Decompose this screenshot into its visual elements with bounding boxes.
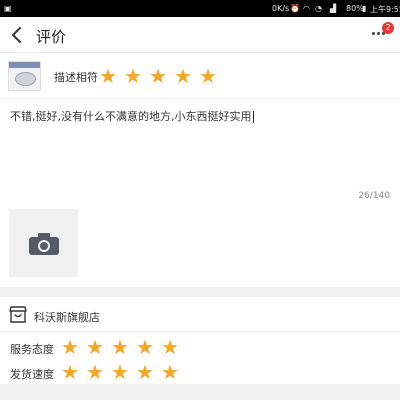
notification-badge: 2 bbox=[382, 22, 394, 34]
star-icon[interactable]: ★ bbox=[98, 66, 118, 86]
top-bar: 评价 2 bbox=[0, 17, 400, 53]
divider bbox=[0, 98, 400, 99]
star-icon[interactable]: ★ bbox=[135, 362, 155, 382]
signal-icon: ▟ bbox=[330, 4, 337, 13]
wifi-icon: ◔ bbox=[315, 4, 322, 13]
star-icon[interactable]: ★ bbox=[110, 362, 130, 382]
shipping-speed-label: 发货速度 bbox=[10, 368, 54, 381]
battery-icon: ▮ bbox=[362, 4, 367, 13]
section-separator bbox=[0, 287, 400, 297]
description-match-label: 描述相符 bbox=[54, 71, 98, 84]
star-icon[interactable]: ★ bbox=[60, 362, 80, 382]
page-title: 评价 bbox=[36, 28, 67, 46]
service-attitude-stars[interactable]: ★ ★ ★ ★ ★ bbox=[60, 337, 180, 357]
notification-app-icon: ▣ bbox=[4, 4, 12, 13]
star-icon[interactable]: ★ bbox=[60, 337, 80, 357]
star-icon[interactable]: ★ bbox=[173, 66, 193, 86]
shop-icon bbox=[9, 306, 27, 323]
divider bbox=[0, 331, 400, 332]
add-photo-button[interactable] bbox=[9, 209, 78, 277]
description-rating-stars[interactable]: ★ ★ ★ ★ ★ bbox=[98, 66, 218, 86]
camera-icon bbox=[29, 233, 59, 255]
star-icon[interactable]: ★ bbox=[110, 337, 130, 357]
star-icon[interactable]: ★ bbox=[85, 362, 105, 382]
clock: 上午9:55 bbox=[370, 5, 400, 14]
star-icon[interactable]: ★ bbox=[160, 362, 180, 382]
shipping-speed-stars[interactable]: ★ ★ ★ ★ ★ bbox=[60, 362, 180, 382]
bottom-spacer bbox=[0, 384, 400, 400]
character-counter: 26/140 bbox=[358, 191, 390, 201]
shop-name: 科沃斯旗舰店 bbox=[34, 311, 100, 324]
text-cursor bbox=[252, 111, 254, 123]
star-icon[interactable]: ★ bbox=[135, 337, 155, 357]
star-icon[interactable]: ★ bbox=[85, 337, 105, 357]
headset-icon: ◠ bbox=[303, 4, 310, 13]
back-arrow-icon[interactable] bbox=[8, 26, 26, 44]
star-icon[interactable]: ★ bbox=[123, 66, 143, 86]
review-text-area[interactable]: 不错,挺好,没有什么不满意的地方,小东西挺好实用 bbox=[10, 108, 390, 124]
network-speed: 0K/s bbox=[272, 4, 290, 13]
alarm-icon: ⏰ bbox=[290, 4, 300, 13]
star-icon[interactable]: ★ bbox=[160, 337, 180, 357]
star-icon[interactable]: ★ bbox=[198, 66, 218, 86]
service-attitude-label: 服务态度 bbox=[10, 343, 54, 356]
status-bar: ▣ 0K/s ⏰ ◠ ◔ ▟ 80% ▮ 上午9:55 bbox=[0, 0, 400, 17]
review-text: 不错,挺好,没有什么不满意的地方,小东西挺好实用 bbox=[10, 110, 252, 123]
star-icon[interactable]: ★ bbox=[148, 66, 168, 86]
product-thumbnail bbox=[8, 61, 41, 91]
